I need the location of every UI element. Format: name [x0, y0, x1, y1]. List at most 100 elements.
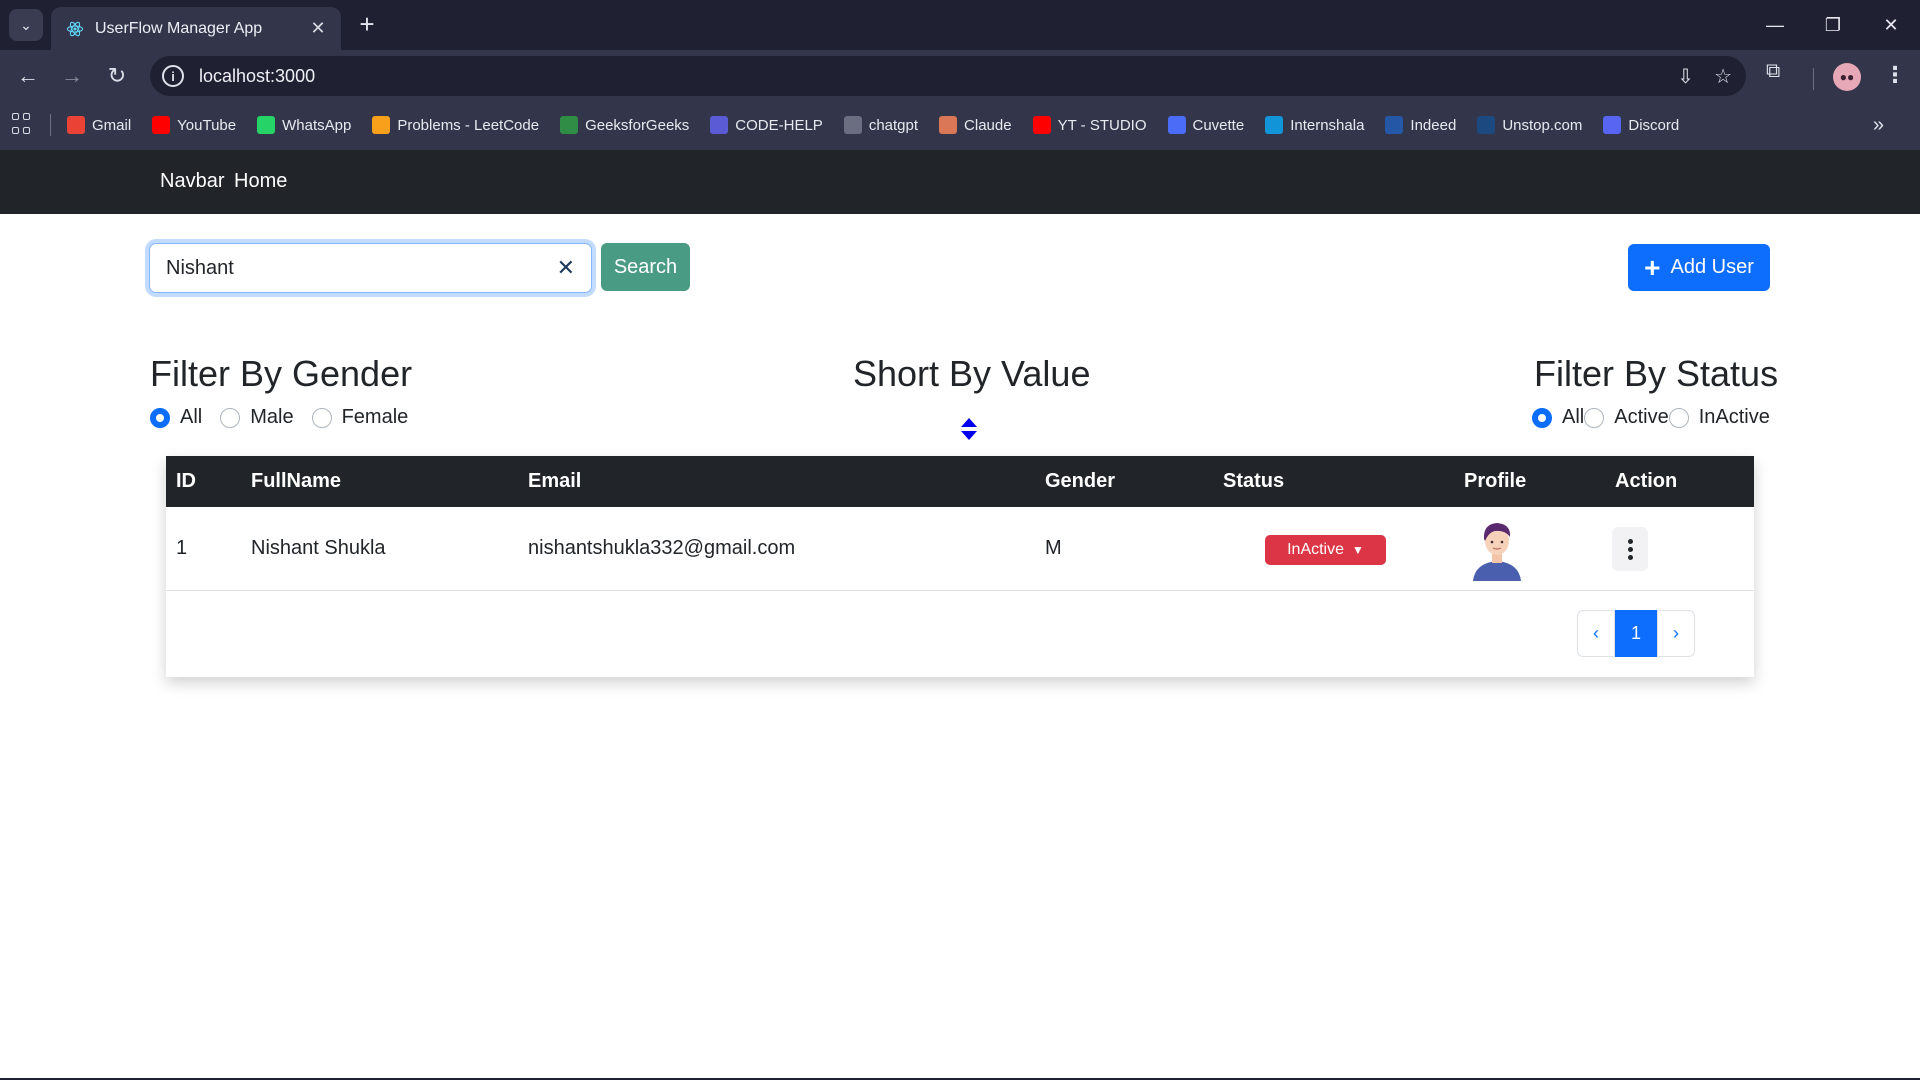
url-text[interactable]: localhost:3000 — [199, 66, 315, 87]
search-button[interactable]: Search — [601, 243, 690, 291]
react-icon — [65, 19, 85, 39]
bookmark-item[interactable]: Cuvette — [1167, 116, 1245, 134]
bookmark-item[interactable]: Indeed — [1385, 116, 1456, 134]
close-icon[interactable]: ✕ — [307, 18, 329, 39]
search-field[interactable]: ✕ — [149, 243, 592, 293]
bookmark-label: Claude — [964, 116, 1012, 134]
status-label-active: Active — [1614, 406, 1669, 428]
bookmark-label: Cuvette — [1192, 116, 1245, 134]
bookmark-item[interactable]: Problems - LeetCode — [372, 116, 539, 134]
status-dropdown-button[interactable]: InActive ▼ — [1265, 535, 1386, 565]
browser-toolbar: ← → ↻ i localhost:3000 ⇩ ☆ — [0, 50, 1920, 100]
unstop-icon — [1477, 116, 1496, 134]
restore-icon[interactable]: ❐ — [1804, 0, 1862, 50]
bookmark-item[interactable]: YouTube — [152, 116, 236, 134]
user-avatar-icon — [1473, 523, 1521, 581]
pagination: ‹ 1 › — [1577, 610, 1695, 657]
status-radio-all[interactable] — [1532, 407, 1552, 428]
leetcode-icon — [372, 116, 391, 134]
extensions-icon[interactable]: ⧉ — [1766, 60, 1780, 83]
column-header-profile: Profile — [1464, 470, 1527, 492]
plus-icon: + — [1644, 251, 1661, 283]
tab-search-button[interactable]: ⌄ — [9, 9, 43, 41]
bookmark-item[interactable]: Unstop.com — [1477, 116, 1582, 134]
column-header-email: Email — [528, 470, 582, 492]
new-tab-button[interactable]: + — [353, 11, 381, 37]
install-app-icon[interactable]: ⇩ — [1677, 64, 1694, 89]
bookmark-item[interactable]: chatgpt — [843, 116, 918, 134]
chevron-down-icon: ⌄ — [20, 16, 32, 33]
pagination-prev[interactable]: ‹ — [1577, 610, 1615, 657]
claude-icon — [939, 116, 958, 134]
table-row[interactable]: 1 Nishant Shukla nishantshukla332@gmail.… — [166, 507, 1754, 591]
bookmarks-bar: Gmail YouTube WhatsApp Problems - LeetCode G… — [0, 100, 1920, 150]
cell-gender: M — [1045, 537, 1062, 559]
close-window-icon[interactable]: ✕ — [1862, 0, 1920, 50]
bookmark-item[interactable]: YT - STUDIO — [1032, 116, 1147, 134]
cuvette-icon — [1167, 116, 1186, 134]
bookmark-label: CODE-HELP — [735, 116, 823, 134]
bookmark-item[interactable]: CODE-HELP — [710, 116, 823, 134]
bookmark-item[interactable]: GeeksforGeeks — [560, 116, 689, 134]
sort-icon[interactable] — [960, 417, 978, 441]
bookmark-label: YouTube — [177, 116, 237, 134]
gender-label-male: Male — [250, 406, 294, 428]
address-bar[interactable]: i localhost:3000 ⇩ ☆ — [150, 56, 1746, 96]
browser-tabstrip: ⌄ UserFlow Manager App ✕ + — ❐ ✕ — [0, 0, 1920, 50]
minimize-icon[interactable]: — — [1746, 0, 1804, 50]
more-vert-icon[interactable]: ⋮ — [1884, 62, 1906, 88]
bookmark-label: Internshala — [1290, 116, 1365, 134]
add-user-button[interactable]: + Add User — [1628, 244, 1770, 291]
status-label-all: All — [1562, 406, 1585, 428]
bookmark-label: Unstop.com — [1502, 116, 1583, 134]
codehelp-icon — [710, 116, 729, 134]
bookmark-item[interactable]: Claude — [939, 116, 1012, 134]
bookmark-star-icon[interactable]: ☆ — [1714, 64, 1732, 89]
bookmark-item[interactable]: Discord — [1603, 116, 1679, 134]
users-table-card: ID FullName Email Gender Status Profile … — [166, 456, 1754, 677]
gmail-icon — [67, 116, 85, 134]
add-user-label: Add User — [1670, 256, 1754, 278]
toolbar-divider — [1813, 68, 1814, 90]
bookmark-label: Gmail — [92, 116, 132, 134]
column-header-action: Action — [1615, 470, 1678, 492]
forward-arrow-icon[interactable]: → — [56, 60, 88, 92]
bookmark-item[interactable]: WhatsApp — [257, 116, 351, 134]
gender-radio-male[interactable] — [220, 407, 241, 428]
browser-tab[interactable]: UserFlow Manager App ✕ — [51, 7, 341, 50]
reload-icon[interactable]: ↻ — [101, 60, 133, 92]
discord-icon — [1603, 116, 1622, 134]
bookmarks-divider — [50, 114, 51, 136]
search-input[interactable] — [166, 256, 546, 280]
gender-radio-all[interactable] — [150, 407, 170, 428]
navbar-brand[interactable]: Navbar — [160, 170, 224, 193]
apps-grid-icon[interactable] — [12, 113, 36, 137]
profile-avatar[interactable]: ●● — [1833, 63, 1861, 91]
more-vert-icon[interactable] — [1612, 527, 1648, 571]
bookmark-label: WhatsApp — [282, 116, 352, 134]
cell-id: 1 — [176, 537, 188, 559]
cell-fullname: Nishant Shukla — [251, 537, 386, 559]
pagination-page[interactable]: 1 — [1615, 610, 1657, 657]
status-radio-inactive[interactable] — [1668, 407, 1689, 428]
status-radio-group: All Active InActive — [1532, 406, 1770, 429]
table-header: ID FullName Email Gender Status Profile … — [166, 456, 1754, 507]
bookmark-item[interactable]: Internshala — [1265, 116, 1364, 134]
pagination-next[interactable]: › — [1657, 610, 1695, 657]
gender-label-all: All — [180, 406, 203, 428]
gender-radio-female[interactable] — [311, 407, 332, 428]
bookmark-label: Indeed — [1410, 116, 1457, 134]
bookmark-item[interactable]: Gmail — [67, 116, 131, 134]
bookmark-label: YT - STUDIO — [1057, 116, 1147, 134]
window-controls: — ❐ ✕ — [1746, 0, 1920, 50]
internshala-icon — [1265, 116, 1284, 134]
site-info-icon[interactable]: i — [162, 65, 184, 87]
chatgpt-icon — [843, 116, 862, 134]
app-navbar: Navbar Home — [0, 150, 1920, 214]
clear-icon[interactable]: ✕ — [557, 255, 575, 281]
column-header-id: ID — [176, 470, 196, 492]
status-radio-active[interactable] — [1584, 407, 1605, 428]
nav-link-home[interactable]: Home — [234, 170, 287, 193]
double-chevron-right-icon[interactable]: » — [1873, 114, 1884, 137]
back-arrow-icon[interactable]: ← — [12, 60, 44, 92]
